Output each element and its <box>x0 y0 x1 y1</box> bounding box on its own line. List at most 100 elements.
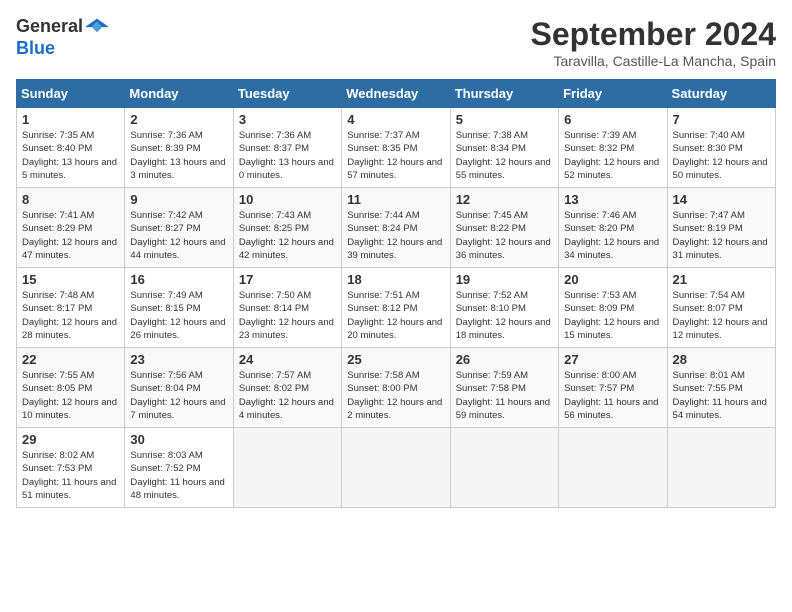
calendar-cell <box>233 428 341 508</box>
calendar-cell: 3 Sunrise: 7:36 AMSunset: 8:37 PMDaylight… <box>233 108 341 188</box>
col-header-wednesday: Wednesday <box>342 80 450 108</box>
calendar-cell: 11 Sunrise: 7:44 AMSunset: 8:24 PMDayligh… <box>342 188 450 268</box>
day-info: Sunrise: 7:36 AMSunset: 8:39 PMDaylight:… <box>130 129 227 182</box>
calendar-cell: 22 Sunrise: 7:55 AMSunset: 8:05 PMDayligh… <box>17 348 125 428</box>
col-header-thursday: Thursday <box>450 80 558 108</box>
calendar-cell: 30Sunrise: 8:03 AMSunset: 7:52 PMDayligh… <box>125 428 233 508</box>
col-header-friday: Friday <box>559 80 667 108</box>
day-info: Sunrise: 7:37 AMSunset: 8:35 PMDaylight:… <box>347 129 444 182</box>
day-info: Sunrise: 7:56 AMSunset: 8:04 PMDaylight:… <box>130 369 227 422</box>
day-number: 4 <box>347 112 444 127</box>
logo: General Blue <box>16 16 109 59</box>
day-number: 30 <box>130 432 227 447</box>
calendar-cell: 25 Sunrise: 7:58 AMSunset: 8:00 PMDayligh… <box>342 348 450 428</box>
day-number: 6 <box>564 112 661 127</box>
day-number: 10 <box>239 192 336 207</box>
calendar-cell: 7Sunrise: 7:40 AMSunset: 8:30 PMDaylight… <box>667 108 775 188</box>
day-number: 26 <box>456 352 553 367</box>
col-header-monday: Monday <box>125 80 233 108</box>
calendar-cell: 10 Sunrise: 7:43 AMSunset: 8:25 PMDayligh… <box>233 188 341 268</box>
day-info: Sunrise: 7:47 AMSunset: 8:19 PMDaylight:… <box>673 209 770 262</box>
day-info: Sunrise: 7:35 AMSunset: 8:40 PMDaylight:… <box>22 129 119 182</box>
calendar-week-2: 8 Sunrise: 7:41 AMSunset: 8:29 PMDaylight… <box>17 188 776 268</box>
logo-blue: Blue <box>16 38 55 58</box>
day-number: 23 <box>130 352 227 367</box>
day-info: Sunrise: 7:42 AMSunset: 8:27 PMDaylight:… <box>130 209 227 262</box>
day-number: 22 <box>22 352 119 367</box>
col-header-tuesday: Tuesday <box>233 80 341 108</box>
day-number: 18 <box>347 272 444 287</box>
day-number: 16 <box>130 272 227 287</box>
calendar-week-5: 29 Sunrise: 8:02 AMSunset: 7:53 PMDayligh… <box>17 428 776 508</box>
calendar-cell: 26 Sunrise: 7:59 AMSunset: 7:58 PMDayligh… <box>450 348 558 428</box>
calendar-week-3: 15Sunrise: 7:48 AMSunset: 8:17 PMDayligh… <box>17 268 776 348</box>
calendar-cell: 9Sunrise: 7:42 AMSunset: 8:27 PMDaylight… <box>125 188 233 268</box>
calendar-cell: 24 Sunrise: 7:57 AMSunset: 8:02 PMDayligh… <box>233 348 341 428</box>
day-number: 24 <box>239 352 336 367</box>
day-number: 1 <box>22 112 119 127</box>
calendar-cell: 19 Sunrise: 7:52 AMSunset: 8:10 PMDayligh… <box>450 268 558 348</box>
day-number: 3 <box>239 112 336 127</box>
location-title: Taravilla, Castille-La Mancha, Spain <box>531 53 776 69</box>
calendar-cell: 4 Sunrise: 7:37 AMSunset: 8:35 PMDaylight… <box>342 108 450 188</box>
calendar-cell: 6 Sunrise: 7:39 AMSunset: 8:32 PMDaylight… <box>559 108 667 188</box>
day-info: Sunrise: 7:43 AMSunset: 8:25 PMDaylight:… <box>239 209 336 262</box>
calendar-cell: 28Sunrise: 8:01 AMSunset: 7:55 PMDayligh… <box>667 348 775 428</box>
day-number: 2 <box>130 112 227 127</box>
month-title: September 2024 <box>531 16 776 53</box>
day-number: 11 <box>347 192 444 207</box>
logo-text: General Blue <box>16 16 109 59</box>
calendar-body: 1 Sunrise: 7:35 AMSunset: 8:40 PMDaylight… <box>17 108 776 508</box>
col-header-saturday: Saturday <box>667 80 775 108</box>
day-number: 15 <box>22 272 119 287</box>
calendar-cell: 20 Sunrise: 7:53 AMSunset: 8:09 PMDayligh… <box>559 268 667 348</box>
calendar-cell <box>559 428 667 508</box>
calendar-cell: 8 Sunrise: 7:41 AMSunset: 8:29 PMDaylight… <box>17 188 125 268</box>
day-info: Sunrise: 7:57 AMSunset: 8:02 PMDaylight:… <box>239 369 336 422</box>
calendar-cell <box>450 428 558 508</box>
calendar-table: SundayMondayTuesdayWednesdayThursdayFrid… <box>16 79 776 508</box>
day-number: 25 <box>347 352 444 367</box>
day-info: Sunrise: 7:55 AMSunset: 8:05 PMDaylight:… <box>22 369 119 422</box>
calendar-cell: 27 Sunrise: 8:00 AMSunset: 7:57 PMDayligh… <box>559 348 667 428</box>
col-header-sunday: Sunday <box>17 80 125 108</box>
day-info: Sunrise: 7:53 AMSunset: 8:09 PMDaylight:… <box>564 289 661 342</box>
day-info: Sunrise: 7:58 AMSunset: 8:00 PMDaylight:… <box>347 369 444 422</box>
day-info: Sunrise: 7:46 AMSunset: 8:20 PMDaylight:… <box>564 209 661 262</box>
day-number: 27 <box>564 352 661 367</box>
day-info: Sunrise: 7:52 AMSunset: 8:10 PMDaylight:… <box>456 289 553 342</box>
calendar-cell: 16 Sunrise: 7:49 AMSunset: 8:15 PMDayligh… <box>125 268 233 348</box>
day-info: Sunrise: 7:36 AMSunset: 8:37 PMDaylight:… <box>239 129 336 182</box>
day-number: 29 <box>22 432 119 447</box>
day-info: Sunrise: 8:01 AMSunset: 7:55 PMDaylight:… <box>673 369 770 422</box>
day-info: Sunrise: 7:50 AMSunset: 8:14 PMDaylight:… <box>239 289 336 342</box>
day-number: 19 <box>456 272 553 287</box>
logo-general: General <box>16 16 83 36</box>
day-info: Sunrise: 8:02 AMSunset: 7:53 PMDaylight:… <box>22 449 119 502</box>
calendar-cell: 29 Sunrise: 8:02 AMSunset: 7:53 PMDayligh… <box>17 428 125 508</box>
day-info: Sunrise: 8:00 AMSunset: 7:57 PMDaylight:… <box>564 369 661 422</box>
page-header: General Blue September 2024 Taravilla, C… <box>16 16 776 69</box>
day-info: Sunrise: 7:41 AMSunset: 8:29 PMDaylight:… <box>22 209 119 262</box>
calendar-cell <box>667 428 775 508</box>
day-info: Sunrise: 7:44 AMSunset: 8:24 PMDaylight:… <box>347 209 444 262</box>
day-number: 20 <box>564 272 661 287</box>
day-number: 17 <box>239 272 336 287</box>
day-info: Sunrise: 7:49 AMSunset: 8:15 PMDaylight:… <box>130 289 227 342</box>
day-number: 13 <box>564 192 661 207</box>
day-info: Sunrise: 7:51 AMSunset: 8:12 PMDaylight:… <box>347 289 444 342</box>
day-number: 5 <box>456 112 553 127</box>
day-info: Sunrise: 7:54 AMSunset: 8:07 PMDaylight:… <box>673 289 770 342</box>
day-info: Sunrise: 7:40 AMSunset: 8:30 PMDaylight:… <box>673 129 770 182</box>
calendar-cell: 18 Sunrise: 7:51 AMSunset: 8:12 PMDayligh… <box>342 268 450 348</box>
logo-bird-icon <box>85 18 109 38</box>
column-headers: SundayMondayTuesdayWednesdayThursdayFrid… <box>17 80 776 108</box>
day-info: Sunrise: 7:39 AMSunset: 8:32 PMDaylight:… <box>564 129 661 182</box>
day-number: 14 <box>673 192 770 207</box>
day-number: 8 <box>22 192 119 207</box>
day-number: 21 <box>673 272 770 287</box>
calendar-cell: 2 Sunrise: 7:36 AMSunset: 8:39 PMDaylight… <box>125 108 233 188</box>
calendar-cell: 1 Sunrise: 7:35 AMSunset: 8:40 PMDaylight… <box>17 108 125 188</box>
day-info: Sunrise: 7:59 AMSunset: 7:58 PMDaylight:… <box>456 369 553 422</box>
calendar-cell: 5Sunrise: 7:38 AMSunset: 8:34 PMDaylight… <box>450 108 558 188</box>
